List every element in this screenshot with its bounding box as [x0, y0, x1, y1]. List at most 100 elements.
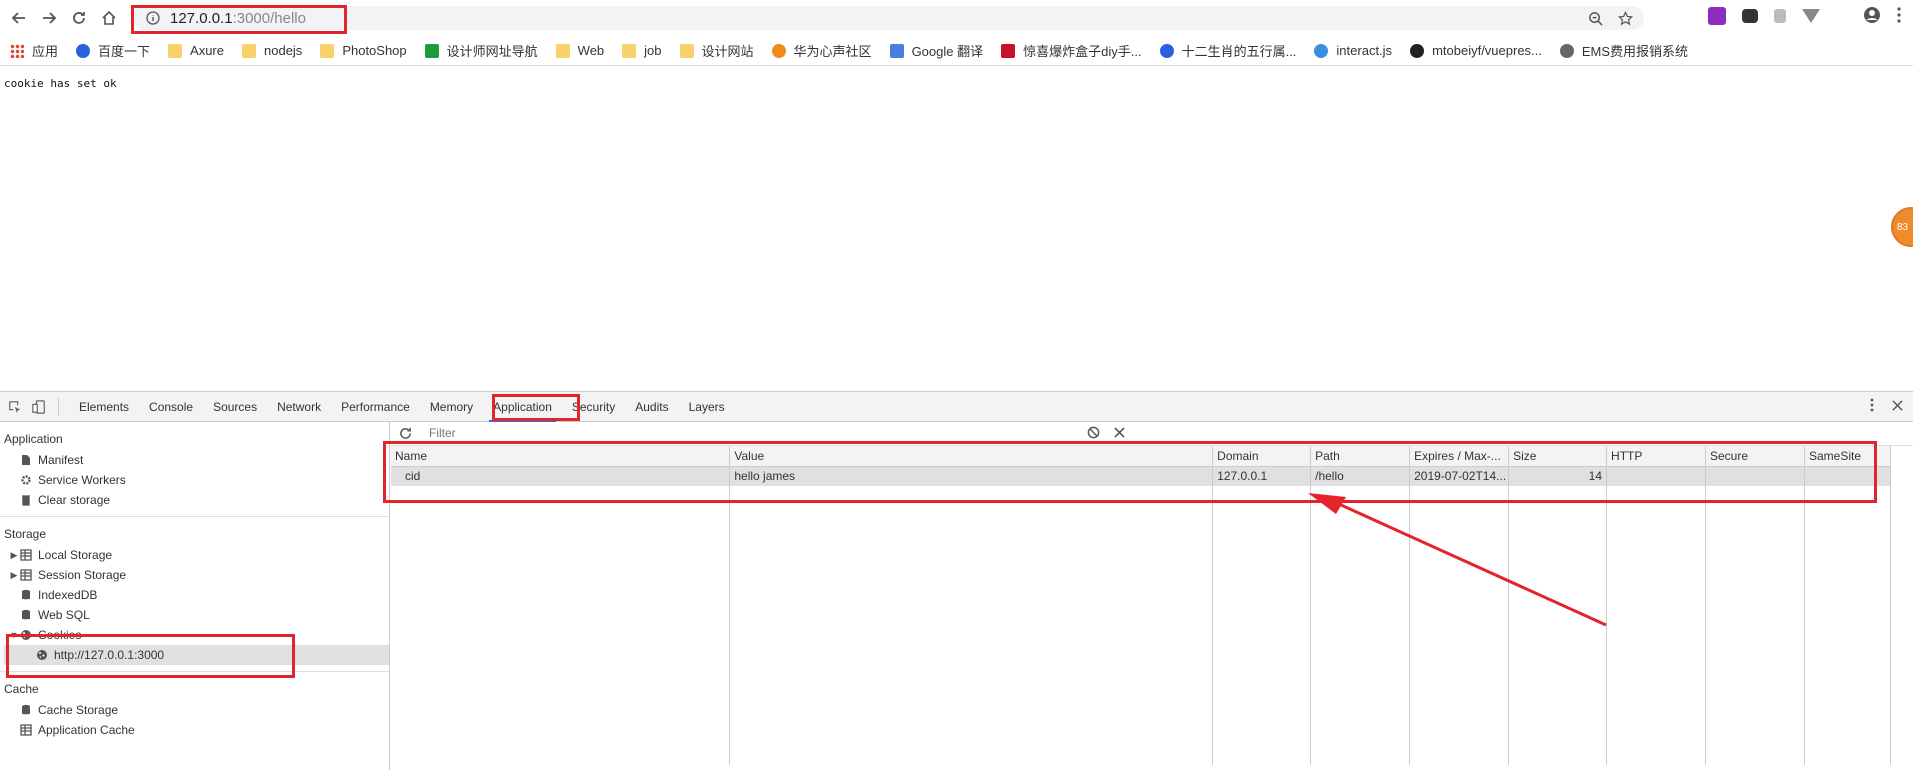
site-icon: [424, 43, 439, 58]
tab-layers[interactable]: Layers: [679, 392, 735, 422]
address-bar[interactable]: 127.0.0.1:3000/hello: [132, 6, 1644, 30]
folder-icon: [679, 43, 694, 58]
column-header-http[interactable]: HTTP: [1606, 446, 1706, 467]
tab-audits[interactable]: Audits: [625, 392, 678, 422]
bookmark-designer-nav[interactable]: 设计师网址导航: [424, 41, 538, 60]
sidebar-item-service-workers[interactable]: Service Workers: [4, 470, 389, 490]
globe-icon: [1559, 43, 1574, 58]
column-header-domain[interactable]: Domain: [1212, 446, 1312, 467]
tab-performance[interactable]: Performance: [331, 392, 420, 422]
bookmark-baidu[interactable]: 百度一下: [76, 41, 150, 60]
home-button[interactable]: [94, 3, 124, 33]
tab-separator: [58, 397, 59, 416]
cell-name[interactable]: cid: [391, 466, 731, 486]
bookmark-job[interactable]: job: [622, 43, 662, 58]
tab-elements[interactable]: Elements: [69, 392, 139, 422]
column-header-size[interactable]: Size: [1508, 446, 1608, 467]
sidebar-item-manifest[interactable]: Manifest: [4, 450, 389, 470]
bookmark-axure[interactable]: Axure: [168, 43, 224, 58]
bookmark-ems[interactable]: EMS费用报销系统: [1559, 41, 1688, 60]
devtools-menu-icon[interactable]: [1870, 398, 1874, 415]
cell-domain[interactable]: 127.0.0.1: [1212, 466, 1312, 486]
sidebar-divider: [0, 516, 389, 517]
cookie-icon: [36, 649, 48, 661]
cookie-icon: [20, 629, 32, 641]
tab-sources[interactable]: Sources: [203, 392, 267, 422]
grid-icon: [20, 569, 32, 581]
floating-badge[interactable]: 83: [1891, 207, 1913, 247]
device-toggle-icon[interactable]: [30, 398, 48, 416]
bookmark-design-sites[interactable]: 设计网站: [679, 41, 754, 60]
tab-application[interactable]: Application: [483, 392, 562, 422]
bookmark-apps[interactable]: 应用: [10, 41, 58, 60]
sidebar-item-cache-storage[interactable]: Cache Storage: [4, 700, 389, 720]
collapse-triangle-icon[interactable]: ▼: [8, 625, 20, 645]
cell-path[interactable]: /hello: [1310, 466, 1411, 486]
tab-console[interactable]: Console: [139, 392, 203, 422]
forward-button[interactable]: [34, 3, 64, 33]
column-header-samesite[interactable]: SameSite: [1804, 446, 1892, 467]
tab-memory[interactable]: Memory: [420, 392, 483, 422]
reload-button[interactable]: [64, 3, 94, 33]
column-header-value[interactable]: Value: [729, 446, 1214, 467]
column-header-secure[interactable]: Secure: [1705, 446, 1805, 467]
column-header-name[interactable]: Name: [391, 446, 731, 467]
column-header-path[interactable]: Path: [1310, 446, 1411, 467]
bookmark-google-translate[interactable]: Google 翻译: [889, 41, 983, 60]
extension-vue-icon[interactable]: [1802, 9, 1820, 23]
folder-icon: [168, 43, 183, 58]
cell-size[interactable]: 14: [1508, 466, 1608, 486]
bookmark-huawei[interactable]: 华为心声社区: [771, 41, 872, 60]
extension-tree-icon[interactable]: [1774, 9, 1786, 23]
cell-secure[interactable]: [1705, 466, 1805, 486]
clear-all-icon[interactable]: [1087, 426, 1100, 442]
bookmark-github[interactable]: mtobeiyf/vuepres...: [1410, 43, 1542, 58]
bookmark-web[interactable]: Web: [555, 43, 604, 58]
refresh-icon[interactable]: [399, 427, 419, 440]
baidu-paw-icon: [1159, 43, 1174, 58]
tab-network[interactable]: Network: [267, 392, 331, 422]
back-button[interactable]: [4, 3, 34, 33]
extension-camera-icon[interactable]: [1742, 9, 1758, 23]
sidebar-item-application-cache[interactable]: Application Cache: [4, 720, 389, 740]
expand-triangle-icon[interactable]: ▶: [8, 545, 20, 565]
sidebar-item-web-sql[interactable]: Web SQL: [4, 605, 389, 625]
bookmark-surprise-box[interactable]: 惊喜爆炸盒子diy手...: [1001, 41, 1142, 60]
bookmark-interactjs[interactable]: interact.js: [1314, 43, 1392, 58]
sidebar-heading-storage: Storage: [4, 527, 47, 541]
cell-http[interactable]: [1606, 466, 1706, 486]
arrow-right-icon: [43, 12, 57, 24]
sidebar-divider: [0, 671, 389, 672]
column-header-expires[interactable]: Expires / Max-...: [1409, 446, 1510, 467]
close-icon[interactable]: [1892, 399, 1903, 414]
trash-icon: [20, 494, 32, 506]
expand-triangle-icon[interactable]: ▶: [8, 565, 20, 585]
sidebar-item-cookie-origin[interactable]: http://127.0.0.1:3000: [4, 645, 389, 665]
delete-selected-icon[interactable]: [1114, 426, 1125, 441]
bookmark-photoshop[interactable]: PhotoShop: [320, 43, 407, 58]
star-icon[interactable]: [1616, 9, 1634, 27]
filter-input[interactable]: [427, 424, 1067, 443]
table-row[interactable]: cid hello james 127.0.0.1 /hello 2019-07…: [391, 466, 1892, 486]
cell-samesite[interactable]: [1804, 466, 1892, 486]
interact-icon: [1314, 43, 1329, 58]
sidebar-item-clear-storage[interactable]: Clear storage: [4, 490, 389, 510]
sidebar-item-local-storage[interactable]: ▶ Local Storage: [4, 545, 389, 565]
sidebar-item-session-storage[interactable]: ▶ Session Storage: [4, 565, 389, 585]
info-icon[interactable]: [146, 11, 160, 25]
sidebar-item-cookies[interactable]: ▼ Cookies: [4, 625, 389, 645]
cell-value[interactable]: hello james: [729, 466, 1214, 486]
tab-security[interactable]: Security: [562, 392, 625, 422]
sidebar-heading-cache: Cache: [4, 682, 39, 696]
cookies-table: Name Value Domain Path Expires / Max-...…: [391, 446, 1892, 765]
bookmark-nodejs[interactable]: nodejs: [242, 43, 302, 58]
zoom-icon[interactable]: [1586, 9, 1604, 27]
menu-kebab-icon[interactable]: [1897, 7, 1901, 26]
sidebar-item-indexeddb[interactable]: IndexedDB: [4, 585, 389, 605]
extension-purple-icon[interactable]: [1708, 7, 1726, 25]
account-icon[interactable]: [1863, 6, 1881, 27]
t-icon: [1001, 43, 1016, 58]
inspect-icon[interactable]: [6, 398, 24, 416]
cell-expires[interactable]: 2019-07-02T14...: [1409, 466, 1510, 486]
bookmark-zodiac[interactable]: 十二生肖的五行属...: [1159, 41, 1296, 60]
